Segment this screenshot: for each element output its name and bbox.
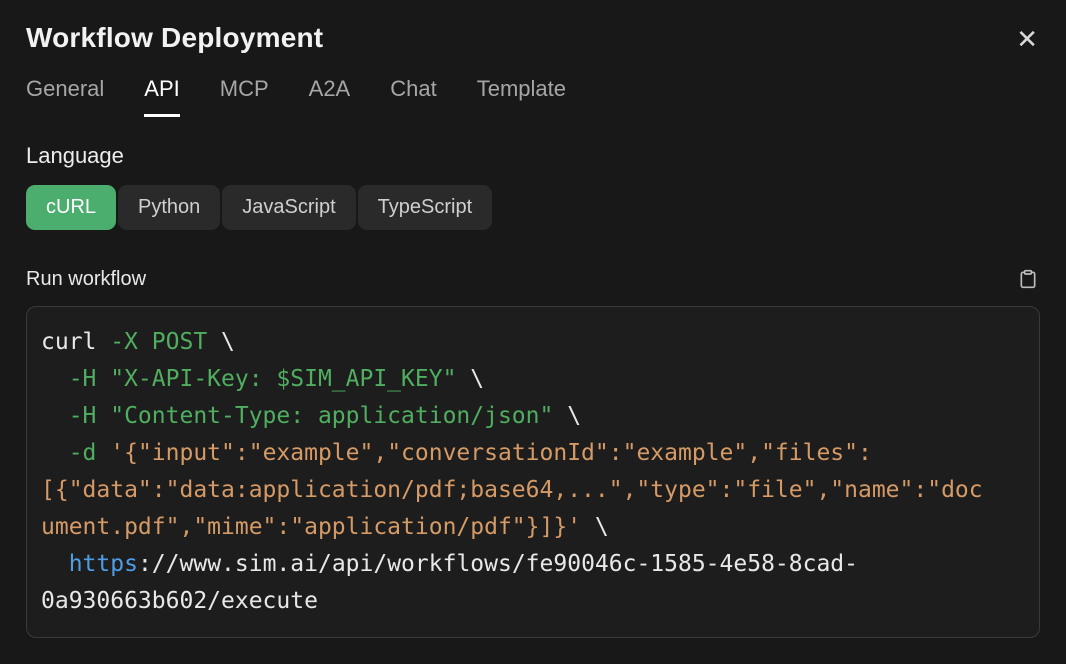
code-token: \	[207, 329, 235, 355]
run-workflow-label: Run workflow	[26, 268, 146, 291]
copy-button[interactable]	[1016, 266, 1040, 292]
code-token: \	[553, 403, 581, 429]
code-token: ://www.sim.ai/api/workflows/fe90046c-158…	[138, 551, 858, 577]
code-line-4: -d '{"input":"example","conversationId":…	[41, 435, 1025, 472]
tab-template[interactable]: Template	[477, 76, 566, 117]
language-option-javascript[interactable]: JavaScript	[222, 185, 355, 230]
code-line-3: -H "Content-Type: application/json" \	[41, 398, 1025, 435]
code-token: -X POST	[110, 329, 207, 355]
code-token: -H "Content-Type: application/json"	[41, 403, 553, 429]
code-line-1: curl -X POST \	[41, 324, 1025, 361]
code-token: -d	[41, 440, 110, 466]
tab-mcp[interactable]: MCP	[220, 76, 269, 117]
code-token: '{"input":"example","conversationId":"ex…	[110, 440, 872, 466]
close-button[interactable]: ✕	[1014, 22, 1040, 56]
code-line-5: [{"data":"data:application/pdf;base64,..…	[41, 472, 1025, 509]
language-option-curl[interactable]: cURL	[26, 185, 116, 230]
tab-bar: General API MCP A2A Chat Template	[26, 76, 1040, 117]
language-selector: cURL Python JavaScript TypeScript	[26, 185, 1040, 230]
page-title: Workflow Deployment	[26, 22, 323, 54]
dialog-header: Workflow Deployment ✕	[26, 22, 1040, 56]
code-token: -H "X-API-Key: $SIM_API_KEY"	[41, 366, 456, 392]
code-token: \	[456, 366, 484, 392]
code-token: \	[581, 514, 609, 540]
code-line-8: 0a930663b602/execute	[41, 583, 1025, 620]
close-icon: ✕	[1016, 24, 1038, 54]
clipboard-icon	[1018, 268, 1038, 290]
tab-a2a[interactable]: A2A	[309, 76, 351, 117]
code-line-2: -H "X-API-Key: $SIM_API_KEY" \	[41, 361, 1025, 398]
language-option-typescript[interactable]: TypeScript	[358, 185, 492, 230]
tab-api[interactable]: API	[144, 76, 179, 117]
tab-general[interactable]: General	[26, 76, 104, 117]
code-token: [{"data":"data:application/pdf;base64,..…	[41, 477, 983, 503]
code-token	[41, 551, 69, 577]
workflow-deployment-dialog: Workflow Deployment ✕ General API MCP A2…	[0, 0, 1066, 664]
code-line-7: https://www.sim.ai/api/workflows/fe90046…	[41, 546, 1025, 583]
tab-chat[interactable]: Chat	[390, 76, 436, 117]
language-option-python[interactable]: Python	[118, 185, 220, 230]
code-token: 0a930663b602/execute	[41, 588, 318, 614]
code-token: curl	[41, 329, 110, 355]
code-token: ument.pdf","mime":"application/pdf"}]}'	[41, 514, 581, 540]
language-label: Language	[26, 143, 1040, 169]
code-block: curl -X POST \ -H "X-API-Key: $SIM_API_K…	[26, 306, 1040, 638]
code-line-6: ument.pdf","mime":"application/pdf"}]}' …	[41, 509, 1025, 546]
code-token: https	[69, 551, 138, 577]
run-workflow-row: Run workflow	[26, 266, 1040, 292]
